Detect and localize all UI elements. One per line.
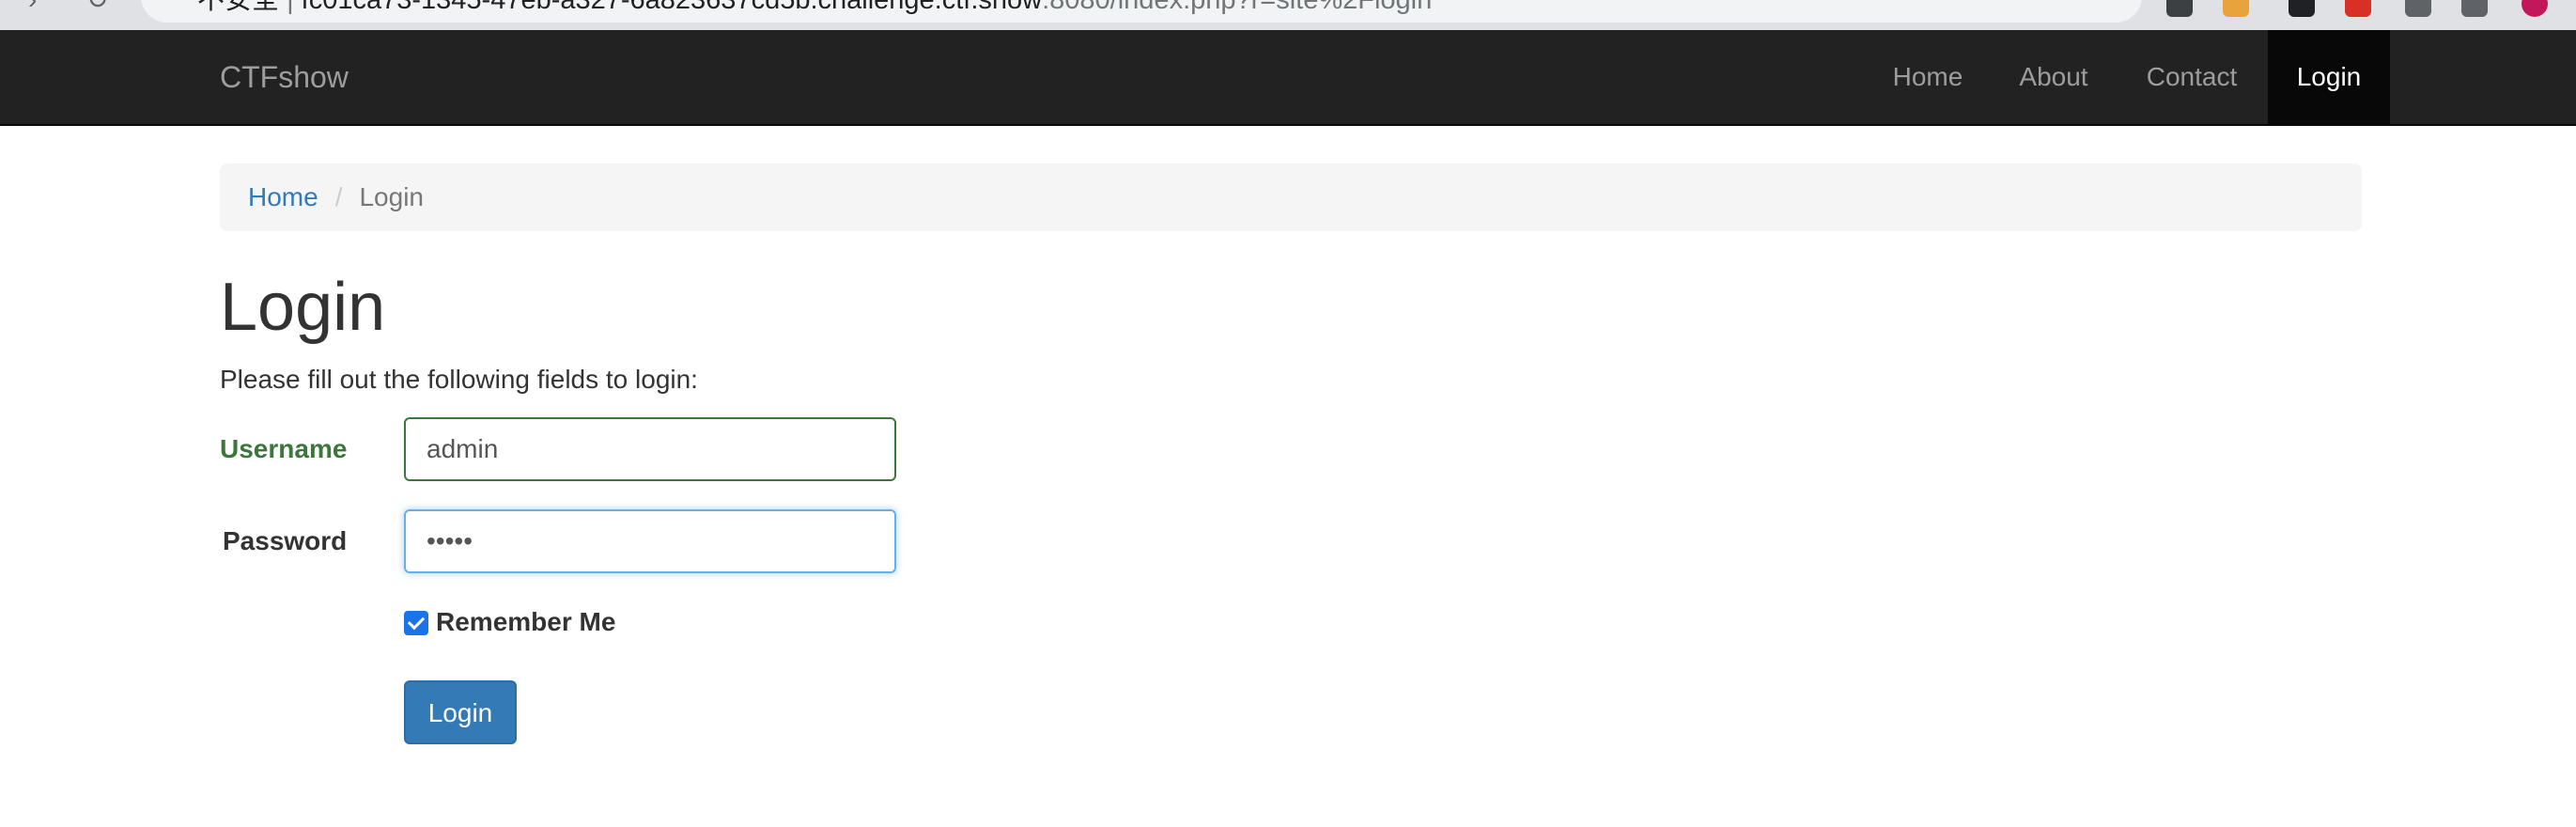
breadcrumb-separator: /: [334, 182, 343, 211]
password-input[interactable]: [404, 509, 896, 573]
nav-item-home[interactable]: Home: [1875, 30, 1980, 124]
nav-item-login[interactable]: Login: [2268, 30, 2390, 124]
extension-icon[interactable]: [2345, 0, 2371, 17]
extension-icon[interactable]: [2289, 0, 2315, 17]
profile-avatar[interactable]: [2522, 0, 2548, 17]
remember-me-checkbox[interactable]: [404, 611, 428, 635]
extensions-puzzle-icon[interactable]: [2461, 0, 2488, 17]
remember-me-label[interactable]: Remember Me: [436, 605, 615, 639]
breadcrumb: Home / Login: [220, 164, 2362, 231]
page-title: Login: [220, 270, 386, 345]
username-label: Username: [220, 434, 348, 463]
extension-icon[interactable]: [2405, 0, 2431, 17]
intro-text: Please fill out the following fields to …: [220, 365, 698, 394]
login-button[interactable]: Login: [404, 680, 517, 744]
extension-icon[interactable]: [2223, 0, 2249, 17]
reload-icon[interactable]: ↻: [86, 0, 108, 15]
url-path: :8080/index.php?r=site%2Flogin: [1042, 0, 1433, 15]
breadcrumb-home-link[interactable]: Home: [248, 182, 318, 211]
browser-toolbar: › ↻ 不安全 | fc01ca73-1345-47eb-a327-6a8236…: [0, 0, 2576, 30]
username-input[interactable]: [404, 417, 896, 481]
nav-item-about[interactable]: About: [1999, 30, 2108, 124]
top-navbar: CTFshow Home About Contact Login: [0, 30, 2576, 126]
url-text[interactable]: 不安全 | fc01ca73-1345-47eb-a327-6a823637cd…: [197, 0, 1432, 15]
url-host: fc01ca73-1345-47eb-a327-6a823637cd5b.cha…: [301, 0, 1043, 15]
brand-link[interactable]: CTFshow: [220, 30, 349, 124]
breadcrumb-current: Login: [359, 182, 424, 211]
extension-icon[interactable]: [2166, 0, 2193, 17]
nav-item-contact[interactable]: Contact: [2129, 30, 2255, 124]
forward-icon[interactable]: ›: [28, 0, 37, 15]
security-label: 不安全: [197, 0, 280, 15]
password-label: Password: [223, 526, 348, 555]
